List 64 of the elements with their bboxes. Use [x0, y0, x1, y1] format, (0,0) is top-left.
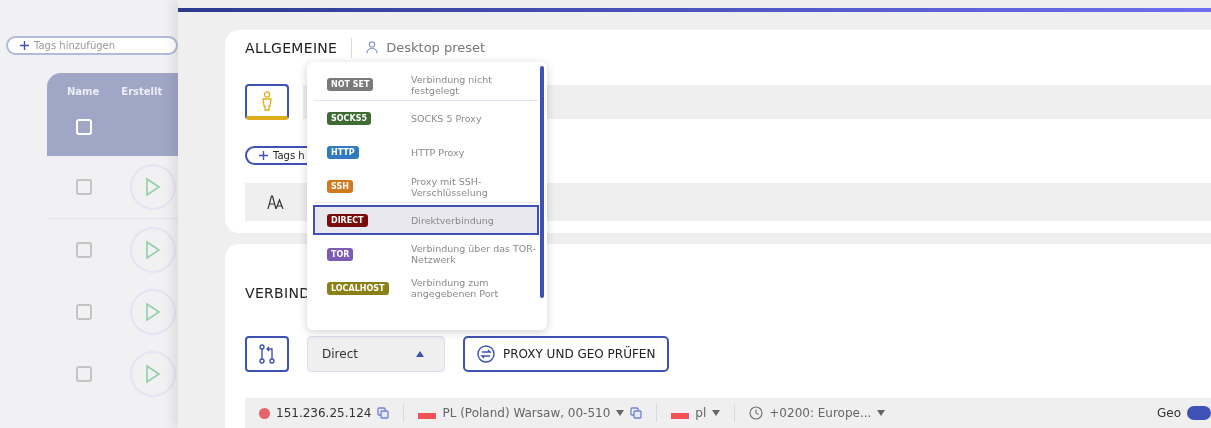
menu-option[interactable]: LOCALHOST Verbindung zum angegebenen Port: [313, 271, 539, 305]
play-button[interactable]: [130, 289, 176, 335]
menu-option[interactable]: TOR Verbindung über das TOR-Netzwerk: [313, 237, 539, 271]
row-checkbox[interactable]: [76, 179, 92, 195]
row-checkbox[interactable]: [76, 304, 92, 320]
row-checkbox[interactable]: [76, 366, 92, 382]
plus-icon: [259, 150, 268, 160]
play-icon: [145, 240, 161, 260]
geo-label: Geo: [1156, 406, 1181, 420]
plus-icon: [20, 41, 29, 50]
menu-option[interactable]: SOCKS5 SOCKS 5 Proxy: [313, 101, 539, 135]
caret-icon: [712, 410, 721, 416]
select-all-checkbox[interactable]: [76, 119, 92, 135]
menu-option[interactable]: DIRECT Direktverbindung: [313, 205, 539, 235]
type-badge: TOR: [327, 247, 354, 261]
menu-option[interactable]: SSH Proxy mit SSH-Verschlüsselung: [313, 169, 539, 203]
menu-option[interactable]: NOT SET Verbindung nicht festgelegt: [313, 67, 539, 101]
type-badge: NOT SET: [327, 78, 374, 91]
play-button[interactable]: [130, 227, 176, 273]
connection-type-select[interactable]: Direct: [307, 336, 445, 372]
ip-address: 151.236.25.124: [276, 406, 372, 420]
option-description: HTTP Proxy: [411, 146, 466, 158]
option-description: Verbindung nicht festgelegt: [411, 73, 493, 96]
option-description: Verbindung zum angegebenen Port: [411, 277, 500, 299]
section-title: VERBIND: [245, 285, 311, 301]
play-button[interactable]: [130, 164, 176, 210]
flag-icon: [418, 413, 437, 419]
avatar-button[interactable]: [245, 83, 289, 120]
caret-icon: [416, 351, 424, 357]
user-icon: [366, 41, 379, 55]
language-label[interactable]: pl: [695, 406, 707, 420]
play-button[interactable]: [130, 351, 176, 397]
play-icon: [145, 302, 161, 322]
copy-icon[interactable]: [377, 407, 390, 419]
branch-icon: [258, 344, 276, 364]
copy-icon[interactable]: [630, 407, 643, 419]
type-badge: LOCALHOST: [327, 281, 389, 295]
check-proxy-button[interactable]: PROXY UND GEO PRÜFEN: [463, 336, 670, 372]
swap-connection-button[interactable]: [245, 336, 289, 372]
caret-icon: [877, 410, 886, 416]
row-checkbox[interactable]: [76, 242, 92, 258]
flag-icon: [671, 413, 690, 419]
type-badge: SSH: [327, 180, 353, 193]
clock-icon: [749, 406, 764, 420]
preset-label[interactable]: Desktop preset: [386, 40, 486, 56]
timezone-label[interactable]: +0200: Europe...: [769, 406, 872, 420]
type-badge: DIRECT: [327, 213, 368, 227]
status-dot: [259, 407, 270, 419]
option-description: Proxy mit SSH-Verschlüsselung: [411, 175, 489, 198]
play-icon: [145, 177, 161, 197]
font-icon: [267, 194, 285, 209]
add-tags-button[interactable]: Tags hinzufügen: [6, 36, 178, 55]
play-icon: [145, 364, 161, 384]
type-badge: SOCKS5: [327, 111, 371, 125]
geo-toggle[interactable]: [1187, 406, 1211, 420]
location-label[interactable]: PL (Poland) Warsaw, 00-510: [442, 406, 611, 420]
type-badge: HTTP: [327, 145, 359, 159]
option-description: SOCKS 5 Proxy: [411, 112, 483, 124]
swap-icon: [477, 345, 495, 363]
option-description: Verbindung über das TOR-Netzwerk: [411, 243, 537, 265]
person-icon: [261, 90, 273, 111]
section-title: ALLGEMEINE: [245, 39, 338, 56]
option-description: Direktverbindung: [411, 214, 495, 226]
caret-icon: [616, 410, 625, 416]
